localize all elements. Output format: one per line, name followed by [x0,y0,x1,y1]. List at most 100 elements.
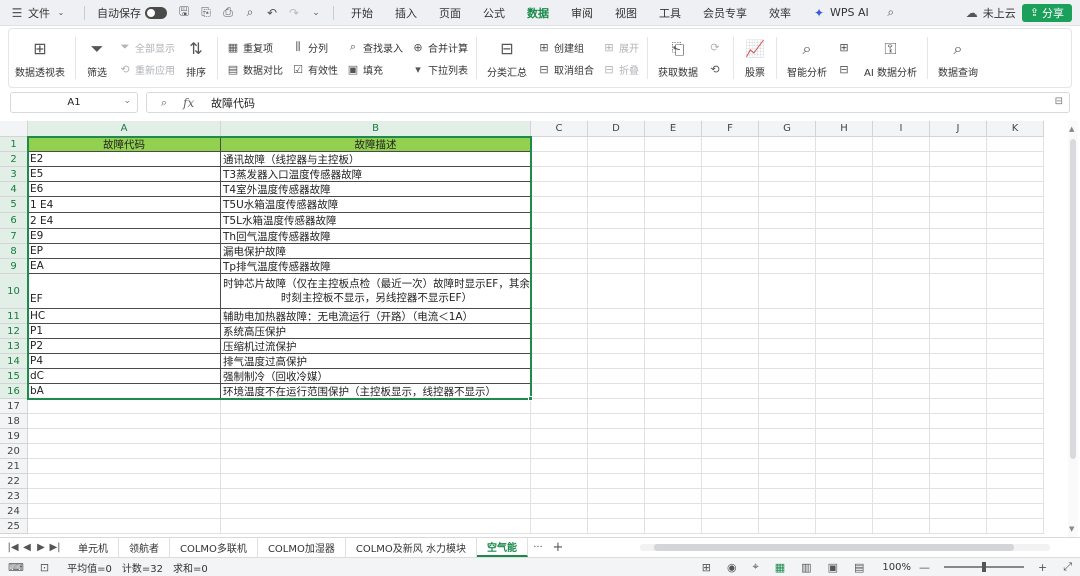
table-cell[interactable]: 2 E4 [28,213,221,229]
empty-cell[interactable] [28,474,221,489]
sort-button[interactable]: ⇅ 排序 [179,29,213,87]
empty-cell[interactable] [531,339,588,354]
empty-cell[interactable] [702,213,759,229]
tab-6[interactable]: 视图 [604,0,648,26]
empty-cell[interactable] [702,152,759,167]
find-entry-button[interactable]: ⌕ 查找录入 [346,39,403,55]
empty-cell[interactable] [759,444,816,459]
row-header[interactable]: 6 [0,213,28,229]
empty-cell[interactable] [588,324,645,339]
search-icon[interactable]: ⌕ [883,5,899,21]
empty-cell[interactable] [531,369,588,384]
empty-cell[interactable] [645,259,702,274]
reading-icon[interactable]: ▤ [854,561,864,574]
row-header[interactable]: 1 [0,137,28,152]
empty-cell[interactable] [759,474,816,489]
empty-cell[interactable] [816,229,873,244]
table-cell[interactable]: 1 E4 [28,197,221,213]
table-cell[interactable]: EF [28,274,221,309]
empty-cell[interactable] [930,384,987,399]
empty-cell[interactable] [873,152,930,167]
row-header[interactable]: 18 [0,414,28,429]
name-box[interactable]: A1 ⌄ [10,92,138,113]
empty-cell[interactable] [987,429,1044,444]
share-button[interactable]: ⇪ 分享 [1021,3,1072,22]
empty-cell[interactable] [930,414,987,429]
empty-cell[interactable] [588,429,645,444]
empty-cell[interactable] [531,444,588,459]
empty-cell[interactable] [987,324,1044,339]
empty-cell[interactable] [588,339,645,354]
empty-cell[interactable] [531,354,588,369]
empty-cell[interactable] [588,309,645,324]
row-header[interactable]: 8 [0,244,28,259]
empty-cell[interactable] [702,504,759,519]
empty-cell[interactable] [759,259,816,274]
empty-cell[interactable] [702,519,759,534]
empty-cell[interactable] [531,324,588,339]
empty-cell[interactable] [816,414,873,429]
empty-cell[interactable] [873,229,930,244]
vertical-scrollbar[interactable]: ▲ ▼ [1068,121,1078,537]
empty-cell[interactable] [645,399,702,414]
empty-cell[interactable] [930,474,987,489]
empty-cell[interactable] [930,167,987,182]
header-cell[interactable]: 故障代码 [28,137,221,152]
empty-cell[interactable] [759,369,816,384]
row-header[interactable]: 5 [0,197,28,213]
empty-cell[interactable] [987,354,1044,369]
empty-cell[interactable] [645,414,702,429]
row-header[interactable]: 19 [0,429,28,444]
empty-cell[interactable] [588,384,645,399]
fill-handle[interactable] [528,396,533,401]
table-cell[interactable]: T4室外温度传感器故障 [221,182,531,197]
column-header[interactable]: F [702,121,759,137]
empty-cell[interactable] [702,324,759,339]
last-sheet-icon[interactable]: ▶| [48,542,62,553]
table-cell[interactable]: dC [28,369,221,384]
empty-cell[interactable] [759,274,816,309]
empty-cell[interactable] [702,399,759,414]
empty-cell[interactable] [873,414,930,429]
empty-cell[interactable] [645,152,702,167]
empty-cell[interactable] [531,414,588,429]
empty-cell[interactable] [645,369,702,384]
empty-cell[interactable] [759,152,816,167]
empty-cell[interactable] [531,519,588,534]
empty-cell[interactable] [987,399,1044,414]
empty-cell[interactable] [987,197,1044,213]
table-cell[interactable]: 系统高压保护 [221,324,531,339]
split-column-button[interactable]: ⫼ 分列 [291,39,338,55]
empty-cell[interactable] [873,339,930,354]
empty-cell[interactable] [531,182,588,197]
empty-cell[interactable] [645,504,702,519]
empty-cell[interactable] [930,309,987,324]
empty-cell[interactable] [759,197,816,213]
wps-ai-button[interactable]: ✦ WPS AI [802,0,875,26]
save-icon[interactable]: 🖫 [176,4,192,21]
empty-cell[interactable] [987,167,1044,182]
empty-cell[interactable] [588,444,645,459]
empty-cell[interactable] [702,384,759,399]
empty-cell[interactable] [28,429,221,444]
empty-cell[interactable] [987,474,1044,489]
empty-cell[interactable] [531,259,588,274]
tab-8[interactable]: 会员专享 [692,0,758,26]
empty-cell[interactable] [930,197,987,213]
table-cell[interactable]: E9 [28,229,221,244]
table-cell[interactable]: 压缩机过流保护 [221,339,531,354]
empty-cell[interactable] [816,429,873,444]
table-cell[interactable]: T5L水箱温度传感器故障 [221,213,531,229]
empty-cell[interactable] [702,167,759,182]
get-data-button[interactable]: ⎗ 获取数据 [652,29,704,87]
empty-cell[interactable] [702,244,759,259]
empty-cell[interactable] [816,182,873,197]
data-source-button[interactable]: ⟲ [708,61,725,77]
empty-cell[interactable] [987,504,1044,519]
empty-cell[interactable] [702,474,759,489]
redo-icon[interactable]: ↷ [286,5,302,21]
empty-cell[interactable] [588,229,645,244]
empty-cell[interactable] [816,459,873,474]
empty-cell[interactable] [588,414,645,429]
row-header[interactable]: 14 [0,354,28,369]
